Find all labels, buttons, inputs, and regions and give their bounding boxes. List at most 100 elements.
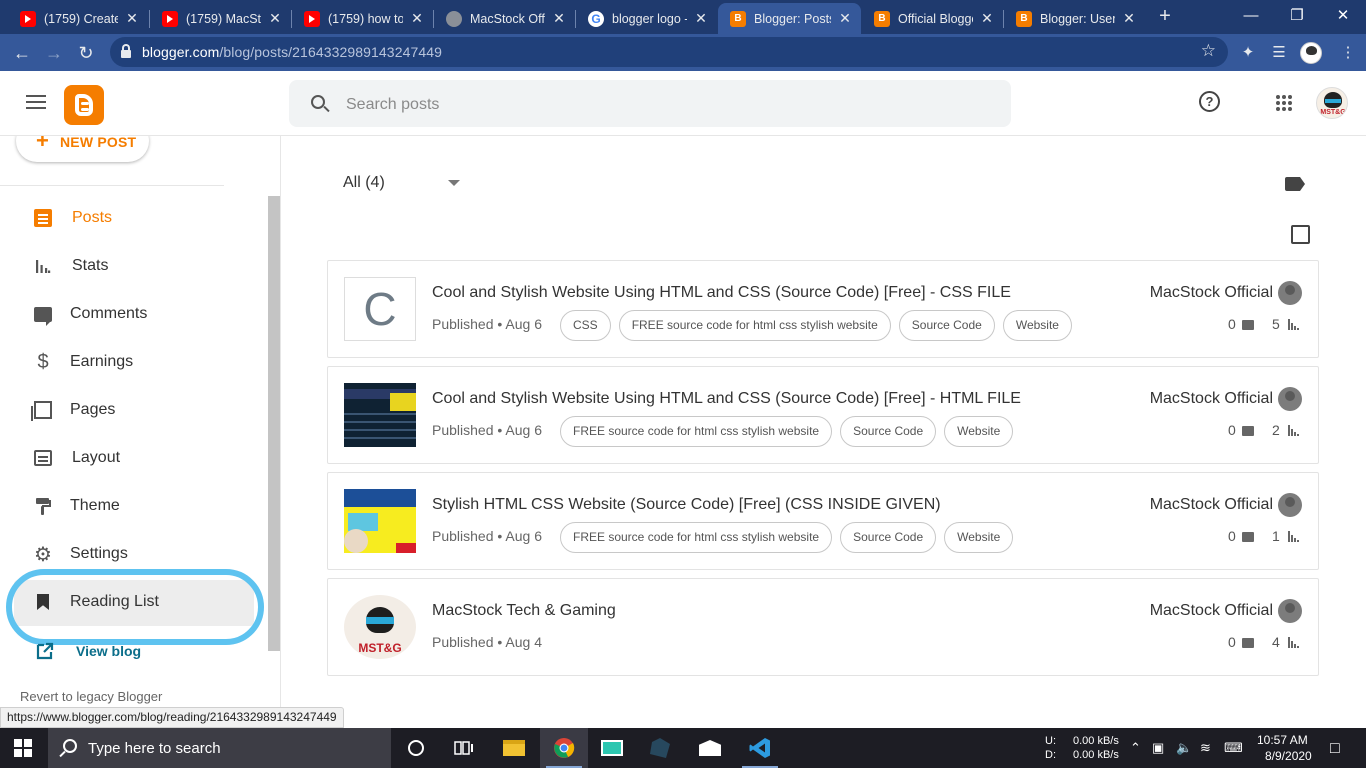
label-chip[interactable]: Website <box>944 522 1014 553</box>
post-title[interactable]: Stylish HTML CSS Website (Source Code) [… <box>432 496 941 514</box>
revert-legacy-link[interactable]: Revert to legacy Blogger <box>20 689 162 704</box>
label-chip[interactable]: Website <box>1002 310 1072 341</box>
new-post-button[interactable]: + NEW POST <box>16 136 149 162</box>
post-row[interactable]: Cool and Stylish Website Using HTML and … <box>327 366 1319 464</box>
label-chip[interactable]: Website <box>944 416 1014 447</box>
browser-tab-active[interactable]: B Blogger: Posts ✕ <box>718 3 861 34</box>
windows-taskbar: Type here to search U: D: 0.00 kB/s 0.00… <box>0 728 1366 768</box>
file-explorer-icon[interactable] <box>490 728 538 768</box>
sidebar-item-comments[interactable]: Comments <box>0 294 262 334</box>
menu-icon[interactable] <box>26 95 46 111</box>
label-chip[interactable]: Source Code <box>840 416 937 447</box>
post-title[interactable]: Cool and Stylish Website Using HTML and … <box>432 390 1021 408</box>
browser-tab[interactable]: (1759) MacSto ✕ <box>150 3 291 34</box>
cortana-icon[interactable] <box>392 728 440 768</box>
post-title[interactable]: MacStock Tech & Gaming <box>432 602 616 620</box>
browser-tab[interactable]: B Blogger: User ✕ <box>1004 3 1145 34</box>
close-tab-icon[interactable]: ✕ <box>979 10 995 27</box>
browser-tab-strip: (1759) Create a ✕ (1759) MacSto ✕ (1759)… <box>0 0 1366 34</box>
label-icon[interactable] <box>1285 177 1305 191</box>
post-status: Published • Aug 6 <box>432 528 542 544</box>
taskbar-search[interactable]: Type here to search <box>48 728 391 768</box>
profile-avatar[interactable] <box>1300 42 1322 64</box>
browser-tab[interactable]: B Official Blogge ✕ <box>862 3 1003 34</box>
post-row[interactable]: Stylish HTML CSS Website (Source Code) [… <box>327 472 1319 570</box>
post-title[interactable]: Cool and Stylish Website Using HTML and … <box>432 284 1011 302</box>
sidebar-item-layout[interactable]: Layout <box>0 438 262 478</box>
label-chip[interactable]: FREE source code for html css stylish we… <box>618 310 891 341</box>
post-filter-dropdown[interactable]: All (4) <box>343 174 385 192</box>
account-avatar[interactable]: MST&G <box>1316 87 1348 119</box>
select-all-checkbox[interactable] <box>1291 225 1310 244</box>
apps-grid-icon[interactable] <box>1276 95 1292 111</box>
sidebar-scrollbar[interactable] <box>268 196 280 651</box>
search-icon[interactable] <box>311 95 325 109</box>
sidebar: + NEW POST Posts Stats Comments $ Earnin… <box>0 136 281 710</box>
sidebar-item-theme[interactable]: Theme <box>0 486 262 526</box>
close-tab-icon[interactable]: ✕ <box>693 10 709 27</box>
restore-icon[interactable]: ❐ <box>1274 4 1320 28</box>
chevron-up-icon[interactable]: ⌃ <box>1130 740 1141 756</box>
blogger-logo[interactable] <box>64 85 104 125</box>
media-control-icon[interactable]: ☰ <box>1267 41 1291 65</box>
sidebar-item-posts[interactable]: Posts <box>0 198 262 238</box>
reload-icon[interactable]: ↻ <box>73 40 99 66</box>
sidebar-item-pages[interactable]: Pages <box>0 390 262 430</box>
browser-tab[interactable]: (1759) how to ✕ <box>292 3 433 34</box>
post-author: MacStock Official <box>1149 284 1273 301</box>
close-tab-icon[interactable]: ✕ <box>837 10 853 27</box>
minimize-icon[interactable]: — <box>1228 4 1274 28</box>
bookmark-star-icon[interactable]: ☆ <box>1201 41 1216 61</box>
browser-tab[interactable]: MacStock Offic ✕ <box>434 3 575 34</box>
mail-icon[interactable] <box>686 728 734 768</box>
lock-icon[interactable] <box>121 44 131 58</box>
wifi-icon[interactable]: ≋ <box>1200 740 1211 756</box>
post-row[interactable]: MST&G MacStock Tech & Gaming Published •… <box>327 578 1319 676</box>
clock-date[interactable]: 8/9/2020 <box>1265 749 1312 763</box>
clock-time[interactable]: 10:57 AM <box>1257 733 1308 747</box>
help-icon[interactable]: ? <box>1199 91 1220 112</box>
more-menu-icon[interactable]: ⋮ <box>1336 41 1360 65</box>
close-tab-icon[interactable]: ✕ <box>551 10 567 27</box>
browser-tab[interactable]: G blogger logo - ✕ <box>576 3 717 34</box>
url-host: blogger.com <box>142 44 220 60</box>
caret-down-icon[interactable] <box>448 180 460 186</box>
close-tab-icon[interactable]: ✕ <box>409 10 425 27</box>
chrome-icon[interactable] <box>540 728 588 768</box>
task-view-icon[interactable] <box>440 728 488 768</box>
tab-title: (1759) how to <box>328 11 403 26</box>
app-icon[interactable] <box>588 728 636 768</box>
battery-icon[interactable]: ▣ <box>1152 740 1164 756</box>
view-blog-link[interactable]: View blog <box>0 636 262 666</box>
label-chip[interactable]: Source Code <box>840 522 937 553</box>
extensions-icon[interactable]: ✦ <box>1236 41 1260 65</box>
close-tab-icon[interactable]: ✕ <box>1121 10 1137 27</box>
close-tab-icon[interactable]: ✕ <box>267 10 283 27</box>
label-chip[interactable]: CSS <box>560 310 611 341</box>
post-status: Published • Aug 6 <box>432 422 542 438</box>
browser-tab[interactable]: (1759) Create a ✕ <box>8 3 148 34</box>
notifications-icon[interactable]: □ <box>1330 740 1340 758</box>
address-bar[interactable]: blogger.com/blog/posts/21643329891432474… <box>110 37 1228 67</box>
post-labels: CSS FREE source code for html css stylis… <box>560 310 1072 341</box>
label-chip[interactable]: FREE source code for html css stylish we… <box>560 416 833 447</box>
sidebar-item-stats[interactable]: Stats <box>0 246 262 286</box>
volume-icon[interactable]: 🔈 <box>1176 740 1192 756</box>
app-icon[interactable] <box>636 728 684 768</box>
sidebar-item-settings[interactable]: ⚙ Settings <box>0 534 262 574</box>
net-upload: 0.00 kB/s <box>1073 735 1119 747</box>
vscode-icon[interactable] <box>736 728 784 768</box>
new-tab-button[interactable]: + <box>1154 5 1176 27</box>
close-tab-icon[interactable]: ✕ <box>124 10 140 27</box>
label-chip[interactable]: Source Code <box>898 310 995 341</box>
post-row[interactable]: C Cool and Stylish Website Using HTML an… <box>327 260 1319 358</box>
sidebar-item-earnings[interactable]: $ Earnings <box>0 342 262 382</box>
forward-icon[interactable]: → <box>41 40 67 66</box>
back-icon[interactable]: ← <box>9 40 35 66</box>
keyboard-icon[interactable]: ⌨ <box>1224 740 1243 756</box>
search-input[interactable] <box>346 94 966 116</box>
windows-start-icon[interactable] <box>14 739 32 757</box>
close-window-icon[interactable]: ✕ <box>1320 4 1366 28</box>
thumbnail-text: MST&G <box>358 641 402 655</box>
label-chip[interactable]: FREE source code for html css stylish we… <box>560 522 833 553</box>
